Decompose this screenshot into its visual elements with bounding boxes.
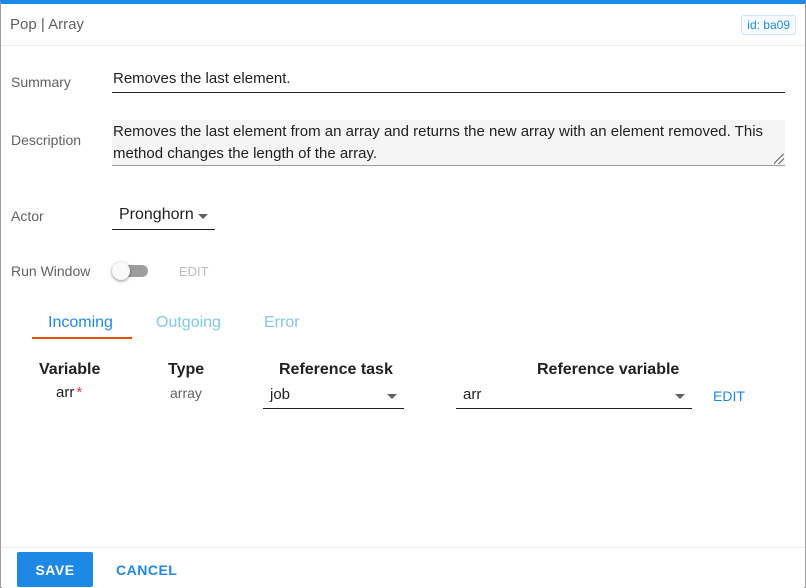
dialog-footer: SAVE CANCEL: [2, 547, 804, 588]
tab-error[interactable]: Error: [264, 314, 300, 332]
reference-variable-select[interactable]: arr: [456, 382, 692, 409]
summary-input[interactable]: Removes the last element.: [112, 66, 785, 93]
column-header-variable: Variable: [39, 361, 101, 378]
description-textarea[interactable]: Removes the last element from an array a…: [112, 120, 785, 166]
dropdown-caret-icon: [675, 394, 685, 399]
variable-type: array: [170, 385, 202, 401]
run-window-label: Run Window: [11, 263, 91, 279]
reference-variable-value: arr: [463, 386, 482, 403]
tab-incoming[interactable]: Incoming: [48, 314, 113, 332]
cancel-button[interactable]: CANCEL: [116, 562, 177, 578]
row-edit-button[interactable]: EDIT: [713, 388, 745, 404]
run-window-toggle[interactable]: [112, 262, 148, 280]
save-button[interactable]: SAVE: [17, 552, 93, 587]
dropdown-caret-icon: [198, 214, 208, 219]
summary-label: Summary: [11, 74, 71, 90]
task-dialog: Pop | Array id: ba09 Summary Removes the…: [0, 0, 806, 588]
column-header-type: Type: [168, 361, 205, 378]
variable-name-cell: arr *: [56, 384, 82, 401]
resize-grip-icon[interactable]: [774, 154, 784, 164]
active-tab-indicator: [32, 337, 132, 339]
required-marker: *: [76, 384, 83, 401]
tab-outgoing[interactable]: Outgoing: [156, 314, 221, 332]
reference-task-select[interactable]: job: [263, 382, 404, 409]
dialog-title: Pop | Array: [10, 16, 84, 33]
toggle-knob: [112, 262, 130, 280]
reference-task-value: job: [270, 386, 291, 403]
task-id-badge: id: ba09: [741, 15, 796, 35]
dropdown-caret-icon: [387, 394, 397, 399]
actor-selected-value: Pronghorn: [119, 206, 194, 223]
actor-select[interactable]: Pronghorn: [112, 202, 215, 230]
description-label: Description: [11, 132, 82, 148]
variable-name: arr: [56, 384, 75, 401]
column-header-reference-task: Reference task: [279, 361, 393, 378]
description-text: Removes the last element from an array a…: [113, 123, 764, 162]
column-header-reference-variable: Reference variable: [537, 361, 680, 378]
dialog-header: Pop | Array id: ba09: [1, 4, 805, 46]
run-window-edit-button[interactable]: EDIT: [179, 264, 209, 279]
actor-label: Actor: [11, 208, 44, 224]
